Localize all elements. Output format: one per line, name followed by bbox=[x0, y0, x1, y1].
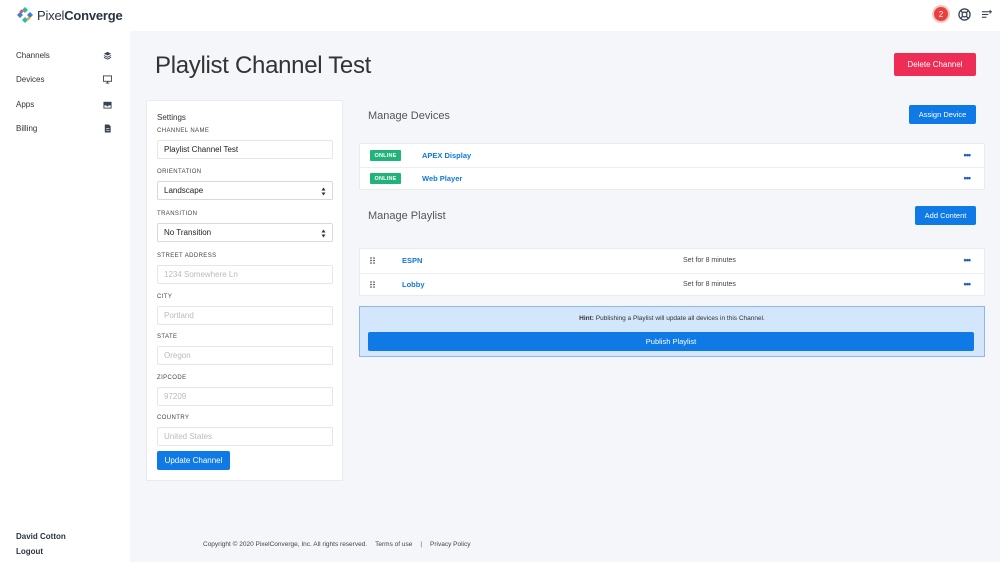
zipcode-label: ZIPCODE bbox=[157, 375, 187, 381]
transition-value: No Transition bbox=[164, 228, 212, 237]
transition-select[interactable]: No Transition bbox=[157, 223, 333, 242]
sidebar-item-channels[interactable]: Channels bbox=[16, 48, 112, 62]
playlist-item-link[interactable]: Lobby bbox=[402, 280, 425, 289]
manage-devices-title: Manage Devices bbox=[368, 110, 450, 122]
channel-name-input[interactable]: Playlist Channel Test bbox=[157, 140, 333, 159]
sidebar-item-label: Devices bbox=[16, 74, 45, 84]
footer: Copyright © 2020 PixelConverge, Inc. All… bbox=[203, 541, 471, 548]
publish-playlist-button[interactable]: Publish Playlist bbox=[368, 332, 974, 351]
user-name: David Cotton bbox=[16, 532, 66, 541]
header-actions: 2 bbox=[934, 7, 992, 21]
update-channel-button[interactable]: Update Channel bbox=[157, 451, 230, 470]
sidebar-item-apps[interactable]: Apps bbox=[16, 97, 112, 111]
document-icon bbox=[104, 123, 111, 133]
layers-icon bbox=[103, 51, 112, 60]
sidebar: Channels Devices Apps Billing David Cott… bbox=[0, 31, 130, 562]
box-icon bbox=[103, 101, 112, 109]
select-arrows-icon bbox=[321, 229, 326, 238]
playlist-list: ESPN Set for 8 minutes ••• Lobby Set for… bbox=[359, 248, 985, 296]
drag-handle-icon[interactable] bbox=[370, 281, 375, 288]
copyright-text: Copyright © 2020 PixelConverge, Inc. All… bbox=[203, 541, 368, 548]
state-label: STATE bbox=[157, 334, 178, 340]
more-options-icon[interactable]: ••• bbox=[964, 174, 972, 183]
device-row: ONLINE Web Player ••• bbox=[360, 167, 984, 190]
add-content-button[interactable]: Add Content bbox=[915, 206, 976, 225]
top-bar: PixelConverge 2 bbox=[0, 0, 1000, 31]
pixelconverge-logo-icon bbox=[17, 7, 33, 23]
sidebar-item-billing[interactable]: Billing bbox=[16, 121, 112, 135]
country-input[interactable]: United States bbox=[157, 427, 333, 446]
channel-name-label: CHANNEL NAME bbox=[157, 128, 210, 134]
device-name-link[interactable]: APEX Display bbox=[422, 151, 471, 160]
brand-logo[interactable]: PixelConverge bbox=[17, 7, 123, 23]
more-options-icon[interactable]: ••• bbox=[964, 256, 972, 265]
city-label: CITY bbox=[157, 294, 173, 300]
orientation-label: ORIENTATION bbox=[157, 169, 202, 175]
device-row: ONLINE APEX Display ••• bbox=[360, 144, 984, 167]
state-input[interactable]: Oregon bbox=[157, 346, 333, 365]
device-name-link[interactable]: Web Player bbox=[422, 174, 462, 183]
zipcode-input[interactable]: 97209 bbox=[157, 387, 333, 406]
sidebar-item-label: Channels bbox=[16, 50, 50, 60]
orientation-value: Landscape bbox=[164, 186, 204, 195]
sidebar-item-label: Apps bbox=[16, 99, 35, 109]
delete-channel-button[interactable]: Delete Channel bbox=[894, 53, 976, 76]
street-address-input[interactable]: 1234 Somewhere Ln bbox=[157, 265, 333, 284]
brand-name: PixelConverge bbox=[37, 7, 123, 23]
playlist-row: ESPN Set for 8 minutes ••• bbox=[360, 249, 984, 272]
status-badge: ONLINE bbox=[370, 173, 401, 184]
page-title: Playlist Channel Test bbox=[155, 52, 372, 79]
city-input[interactable]: Portland bbox=[157, 306, 333, 325]
settings-panel: Settings CHANNEL NAME Playlist Channel T… bbox=[146, 100, 343, 481]
devices-list: ONLINE APEX Display ••• ONLINE Web Playe… bbox=[359, 143, 985, 190]
lifebuoy-icon[interactable] bbox=[958, 7, 971, 21]
sidebar-item-label: Billing bbox=[16, 123, 38, 133]
orientation-select[interactable]: Landscape bbox=[157, 181, 333, 200]
sidebar-item-devices[interactable]: Devices bbox=[16, 72, 112, 86]
more-options-icon[interactable]: ••• bbox=[964, 280, 972, 289]
hint-text: Hint: Publishing a Playlist will update … bbox=[579, 315, 765, 322]
notification-badge[interactable]: 2 bbox=[934, 7, 948, 21]
terms-link[interactable]: Terms of use bbox=[375, 541, 412, 548]
country-label: COUNTRY bbox=[157, 415, 190, 421]
footer-separator: | bbox=[420, 541, 423, 548]
playlist-item-link[interactable]: ESPN bbox=[402, 256, 422, 265]
publish-hint-box: Hint: Publishing a Playlist will update … bbox=[359, 306, 985, 357]
logout-link[interactable]: Logout bbox=[16, 547, 43, 556]
playlist-item-duration: Set for 8 minutes bbox=[683, 257, 736, 264]
assign-device-button[interactable]: Assign Device bbox=[909, 105, 976, 124]
settings-title: Settings bbox=[157, 113, 186, 122]
select-arrows-icon bbox=[321, 187, 326, 196]
playlist-row: Lobby Set for 8 minutes ••• bbox=[360, 273, 984, 296]
monitor-icon bbox=[103, 74, 112, 84]
playlist-item-duration: Set for 8 minutes bbox=[683, 281, 736, 288]
manage-playlist-title: Manage Playlist bbox=[368, 210, 446, 222]
privacy-link[interactable]: Privacy Policy bbox=[430, 541, 470, 548]
more-options-icon[interactable]: ••• bbox=[964, 151, 972, 160]
drag-handle-icon[interactable] bbox=[370, 257, 375, 264]
status-badge: ONLINE bbox=[370, 150, 401, 161]
transition-label: TRANSITION bbox=[157, 211, 198, 217]
street-address-label: STREET ADDRESS bbox=[157, 253, 217, 259]
menu-add-icon[interactable] bbox=[981, 9, 992, 20]
